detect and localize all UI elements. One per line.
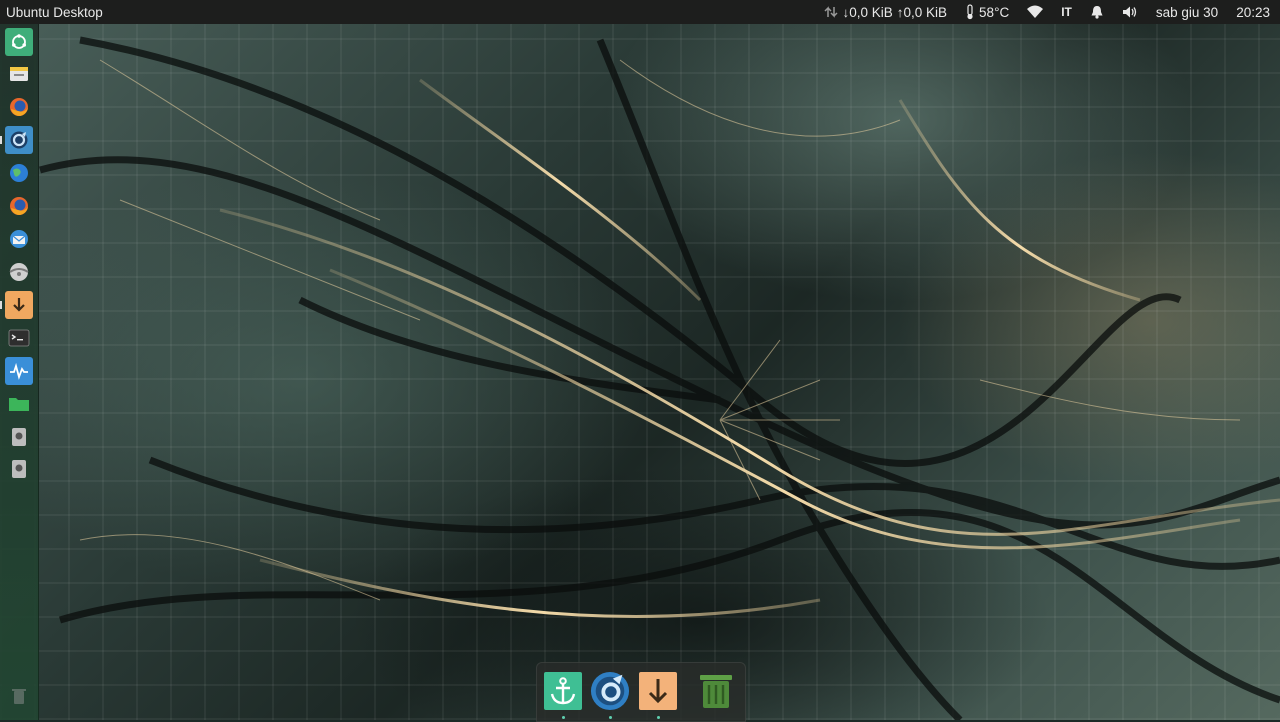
launcher [0,24,39,720]
ubuntu-home-button[interactable] [5,28,33,56]
browser-active-launcher[interactable] [0,126,33,154]
trash-launcher[interactable] [5,682,33,710]
download-arrow-icon [639,672,677,710]
download-dock-item[interactable] [638,671,678,719]
trash-dock-item[interactable] [696,671,736,711]
net-down-label: ↓0,0 KiB [842,4,893,20]
speaker-icon [1122,6,1137,18]
globe-launcher[interactable] [5,159,33,187]
firefox-icon [10,98,28,116]
keyboard-layout-label: IT [1061,5,1072,19]
network-speed-indicator[interactable]: ↓0,0 KiB ↑0,0 KiB [815,0,956,24]
clock-indicator[interactable]: 20:23 [1227,0,1280,24]
running-indicator [562,716,565,719]
thermometer-icon [967,4,973,20]
notifications-indicator[interactable] [1081,0,1113,24]
system-monitor-icon [10,362,28,380]
system-monitor-launcher[interactable] [5,357,33,385]
time-label: 20:23 [1236,4,1270,20]
system-tray: ↓0,0 KiB ↑0,0 KiB 58°C IT sab giu 30 20:… [815,0,1280,24]
thunderbird-launcher[interactable] [5,225,33,253]
top-panel: Ubuntu Desktop ↓0,0 KiB ↑0,0 KiB 58°C IT [0,0,1280,24]
firefox-alt-icon [10,197,28,215]
folder-launcher[interactable] [5,390,33,418]
anchor-dock-item[interactable] [543,671,583,719]
net-up-label: ↑0,0 KiB [896,4,948,20]
ubuntu-home-icon [12,34,26,49]
bottom-dock [536,662,746,722]
desktop-wallpaper [0,0,1280,720]
files-launcher[interactable] [5,60,33,88]
window-title[interactable]: Ubuntu Desktop [0,5,103,20]
firefox-launcher[interactable] [5,93,33,121]
keyboard-layout-indicator[interactable]: IT [1052,0,1081,24]
date-indicator[interactable]: sab giu 30 [1147,0,1227,24]
globe-icon [10,164,28,182]
trash-icon [12,689,26,704]
trash-bin-icon [700,675,732,708]
drive-launcher[interactable] [5,423,33,451]
bell-icon [1091,6,1103,19]
folder-icon [9,398,29,411]
thunderbird-icon [10,230,28,248]
disk-icon [9,263,29,281]
volume-indicator[interactable] [1113,0,1147,24]
running-indicator [657,716,660,719]
anchor-icon [544,672,582,710]
terminal-icon [8,329,30,347]
download-launcher[interactable] [0,291,33,319]
date-label: sab giu 30 [1155,4,1219,20]
disk-launcher[interactable] [5,258,33,286]
running-indicator [609,716,612,719]
refresh-circle-icon [590,671,630,711]
network-transfer-icon [824,6,839,18]
terminal-launcher[interactable] [5,324,33,352]
firefox-alt-launcher[interactable] [5,192,33,220]
download-icon [13,298,25,312]
temperature-label: 58°C [979,4,1010,20]
browser-active-icon [10,131,28,149]
wifi-indicator[interactable] [1018,0,1052,24]
files-icon [10,67,28,81]
drive-icon [12,428,26,446]
drive-alt-icon [12,460,26,478]
wifi-icon [1027,5,1044,18]
refresh-dock-item[interactable] [590,671,630,719]
fractal-pattern [39,36,1280,720]
temperature-indicator[interactable]: 58°C [956,0,1018,24]
drive-alt-launcher[interactable] [5,455,33,483]
